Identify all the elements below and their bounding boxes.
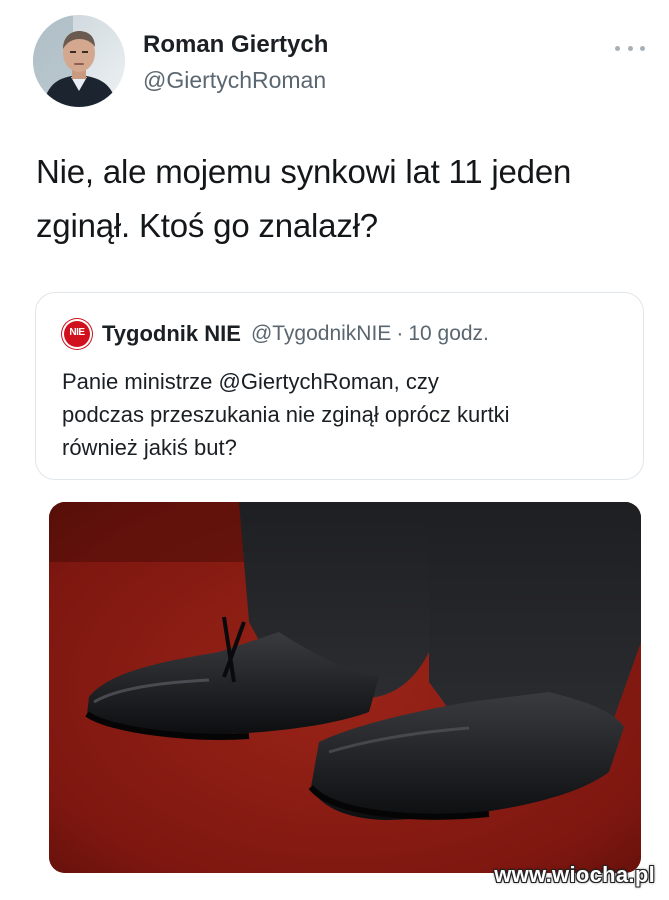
tweet-media-photo[interactable] (49, 502, 641, 873)
quoted-text-line: podczas przeszukania nie zginął oprócz k… (62, 402, 510, 427)
author-display-name[interactable]: Roman Giertych (143, 31, 328, 59)
quoted-tweet-text: Panie ministrze @GiertychRoman, czy podc… (62, 365, 632, 464)
quoted-header-separator: · (396, 322, 404, 345)
quoted-text-line: Panie ministrze @GiertychRoman, czy (62, 369, 439, 394)
watermark: www.wiocha.pl (494, 862, 655, 887)
quoted-text-line: również jakiś but? (62, 435, 237, 460)
tweet-text-line: Nie, ale mojemu synkowi lat 11 jeden (36, 153, 572, 190)
quoted-author-logo-text: NIE (69, 327, 85, 338)
quoted-tweet-header: NIE Tygodnik NIE @TygodnikNIE · 10 godz. (62, 319, 489, 349)
more-options-icon[interactable] (615, 43, 645, 53)
tweet-text: Nie, ale mojemu synkowi lat 11 jeden zgi… (36, 145, 646, 253)
shoes-photo-icon (49, 502, 641, 873)
quoted-author-handle[interactable]: @TygodnikNIE (251, 322, 391, 346)
tweet-text-line: zginął. Ktoś go znalazł? (36, 207, 378, 244)
quoted-author-avatar[interactable]: NIE (62, 319, 92, 349)
author-handle[interactable]: @GiertychRoman (143, 67, 326, 94)
author-avatar[interactable] (33, 15, 125, 107)
quoted-tweet-timestamp[interactable]: 10 godz. (408, 322, 489, 346)
tweet-author-header: Roman Giertych @GiertychRoman (33, 15, 653, 110)
quoted-tweet-card[interactable]: NIE Tygodnik NIE @TygodnikNIE · 10 godz.… (35, 292, 644, 480)
quoted-author-display-name[interactable]: Tygodnik NIE (102, 321, 241, 347)
avatar-photo-icon (33, 15, 125, 107)
